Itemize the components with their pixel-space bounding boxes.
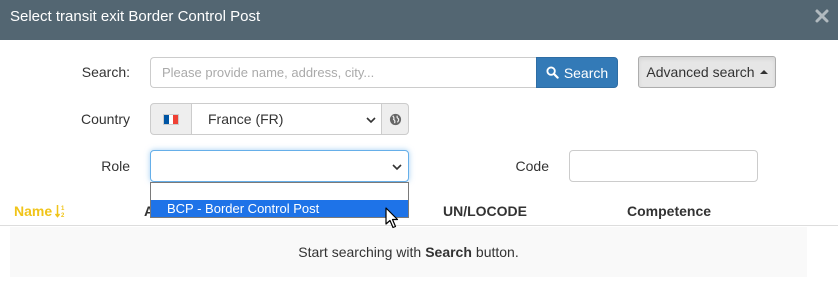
- country-select[interactable]: France (FR): [191, 103, 382, 135]
- empty-text-suffix: button.: [475, 244, 519, 260]
- empty-text-prefix: Start searching with: [298, 244, 422, 260]
- search-button-label: Search: [563, 64, 609, 81]
- country-label: Country: [80, 111, 130, 127]
- search-input[interactable]: [150, 57, 537, 88]
- search-icon: [546, 66, 559, 79]
- caret-up-icon: [759, 70, 768, 74]
- column-header-name[interactable]: Name 1 2: [14, 203, 67, 219]
- role-select[interactable]: [150, 150, 409, 182]
- results-table-header: Name 1 2 A UN/LOCODE Competence: [0, 198, 838, 226]
- role-option-bcp[interactable]: BCP - Border Control Post: [151, 200, 408, 217]
- role-dropdown-list: BCP - Border Control Post: [150, 182, 409, 218]
- code-input[interactable]: [569, 150, 758, 182]
- empty-text-keyword: Search: [425, 244, 472, 260]
- modal-header: Select transit exit Border Control Post: [0, 0, 838, 40]
- globe-button[interactable]: [381, 103, 409, 135]
- flag-addon: [150, 103, 192, 135]
- column-name-label: Name: [14, 203, 53, 219]
- france-flag-icon: [163, 113, 179, 125]
- search-label: Search:: [81, 64, 130, 80]
- code-label: Code: [515, 158, 549, 174]
- advanced-search-label: Advanced search: [646, 64, 755, 80]
- chevron-down-icon: [392, 164, 402, 171]
- search-button[interactable]: Search: [536, 57, 618, 88]
- advanced-search-button[interactable]: Advanced search: [638, 56, 776, 88]
- country-selected-value: France (FR): [208, 111, 284, 127]
- country-selector: France (FR): [150, 103, 409, 135]
- chevron-down-icon: [366, 117, 376, 124]
- role-label: Role: [101, 158, 130, 174]
- svg-text:2: 2: [61, 213, 65, 218]
- role-option-empty[interactable]: [151, 183, 408, 200]
- empty-results-message: Start searching with Search button.: [10, 227, 807, 277]
- sort-asc-icon: 1 2: [55, 205, 65, 218]
- modal-title: Select transit exit Border Control Post: [10, 8, 261, 25]
- column-header-competence[interactable]: Competence: [627, 203, 711, 219]
- svg-text:1: 1: [61, 206, 65, 212]
- globe-icon: [389, 113, 401, 125]
- column-header-unlocode[interactable]: UN/LOCODE: [443, 203, 527, 219]
- close-icon[interactable]: [814, 8, 830, 24]
- mouse-cursor-icon: [385, 207, 399, 229]
- select-bcp-modal: Select transit exit Border Control Post …: [0, 0, 838, 282]
